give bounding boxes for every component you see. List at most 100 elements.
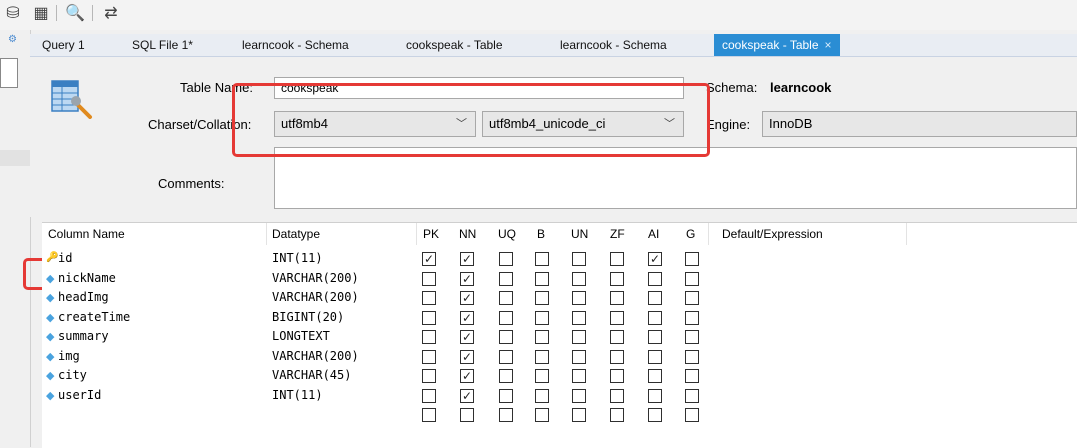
uq-checkbox[interactable] [499,310,513,325]
pk-checkbox[interactable] [422,271,436,286]
g-checkbox[interactable] [685,291,699,305]
tab-cookspeak-table[interactable]: cookspeak - Table [406,34,503,56]
uq-checkbox[interactable] [499,349,513,364]
header-column-name[interactable]: Column Name [48,227,125,241]
table-row[interactable]: 🔑 id INT(11) ✓ ✓ ✓ [42,249,1077,269]
zf-checkbox[interactable] [610,310,624,325]
uq-checkbox[interactable] [499,408,513,422]
datatype-cell[interactable]: VARCHAR(200) [272,290,359,304]
uq-checkbox[interactable] [499,369,513,383]
ai-checkbox[interactable] [648,291,662,305]
un-checkbox[interactable] [572,310,586,325]
un-checkbox[interactable] [572,271,586,286]
datatype-cell[interactable]: VARCHAR(45) [272,368,351,382]
tab-query-1[interactable]: Query 1 [42,34,85,56]
header-g[interactable]: G [686,227,695,241]
nn-checkbox[interactable]: ✓ [460,291,474,305]
g-checkbox[interactable] [685,369,699,383]
column-name-cell[interactable]: userId [58,388,101,402]
table-row[interactable]: ◆ img VARCHAR(200) ✓ [42,347,1077,367]
nn-checkbox[interactable]: ✓ [460,271,474,286]
g-checkbox[interactable] [685,271,699,286]
charset-select[interactable]: utf8mb4 ﹀ [274,111,476,137]
new-table-icon[interactable]: ▦ [30,2,52,24]
datatype-cell[interactable]: INT(11) [272,251,323,265]
b-checkbox[interactable] [535,310,549,325]
uq-checkbox[interactable] [499,330,513,344]
b-checkbox[interactable] [535,271,549,286]
pk-checkbox[interactable] [422,369,436,383]
ai-checkbox[interactable] [648,408,662,422]
panel-input[interactable] [0,58,18,88]
column-name-cell[interactable]: id [58,251,72,265]
nn-checkbox[interactable]: ✓ [460,388,474,403]
column-name-cell[interactable]: headImg [58,290,109,304]
table-row[interactable]: ◆ city VARCHAR(45) ✓ [42,366,1077,386]
zf-checkbox[interactable] [610,388,624,403]
new-schema-icon[interactable]: ⛁ [2,2,24,24]
nn-checkbox[interactable]: ✓ [460,349,474,364]
g-checkbox[interactable] [685,388,699,403]
un-checkbox[interactable] [572,408,586,422]
b-checkbox[interactable] [535,349,549,364]
tab-learncook-schema[interactable]: learncook - Schema [242,34,349,56]
g-checkbox[interactable] [685,408,699,422]
g-checkbox[interactable] [685,252,699,266]
datatype-cell[interactable]: BIGINT(20) [272,310,344,324]
column-name-cell[interactable]: summary [58,329,109,343]
b-checkbox[interactable] [535,369,549,383]
zf-checkbox[interactable] [610,330,624,344]
header-pk[interactable]: PK [423,227,439,241]
un-checkbox[interactable] [572,291,586,305]
table-row[interactable] [42,405,1077,425]
zf-checkbox[interactable] [610,271,624,286]
tab-sql-file-1[interactable]: SQL File 1* [132,34,193,56]
ai-checkbox[interactable] [648,369,662,383]
datatype-cell[interactable]: INT(11) [272,388,323,402]
tab-learncook-schema-2[interactable]: learncook - Schema [560,34,667,56]
reconnect-icon[interactable]: ⇄ [100,2,122,24]
uq-checkbox[interactable] [499,291,513,305]
column-name-cell[interactable]: city [58,368,87,382]
tab-cookspeak-table-active[interactable]: cookspeak - Table × [714,34,840,56]
b-checkbox[interactable] [535,408,549,422]
un-checkbox[interactable] [572,369,586,383]
header-b[interactable]: B [537,227,545,241]
zf-checkbox[interactable] [610,349,624,364]
nn-checkbox[interactable]: ✓ [460,252,474,266]
zf-checkbox[interactable] [610,408,624,422]
pk-checkbox[interactable] [422,330,436,344]
g-checkbox[interactable] [685,330,699,344]
table-row[interactable]: ◆ nickName VARCHAR(200) ✓ [42,269,1077,289]
un-checkbox[interactable] [572,349,586,364]
nn-checkbox[interactable]: ✓ [460,369,474,383]
engine-select[interactable]: InnoDB [762,111,1077,137]
table-row[interactable]: ◆ headImg VARCHAR(200) ✓ [42,288,1077,308]
zf-checkbox[interactable] [610,369,624,383]
column-name-cell[interactable]: img [58,349,80,363]
table-row[interactable]: ◆ summary LONGTEXT ✓ [42,327,1077,347]
nn-checkbox[interactable] [460,408,474,422]
header-datatype[interactable]: Datatype [272,227,320,241]
ai-checkbox[interactable] [648,271,662,286]
uq-checkbox[interactable] [499,271,513,286]
b-checkbox[interactable] [535,330,549,344]
g-checkbox[interactable] [685,310,699,325]
pk-checkbox[interactable] [422,408,436,422]
header-uq[interactable]: UQ [498,227,516,241]
pk-checkbox[interactable] [422,388,436,403]
column-name-cell[interactable]: createTime [58,310,130,324]
b-checkbox[interactable] [535,252,549,266]
g-checkbox[interactable] [685,349,699,364]
header-zf[interactable]: ZF [610,227,625,241]
table-row[interactable]: ◆ userId INT(11) ✓ [42,386,1077,406]
ai-checkbox[interactable] [648,388,662,403]
datatype-cell[interactable]: VARCHAR(200) [272,271,359,285]
datatype-cell[interactable]: LONGTEXT [272,329,330,343]
ai-checkbox[interactable] [648,330,662,344]
column-name-cell[interactable]: nickName [58,271,116,285]
un-checkbox[interactable] [572,388,586,403]
ai-checkbox[interactable] [648,349,662,364]
table-name-input[interactable]: cookspeak [274,77,684,99]
pk-checkbox[interactable] [422,349,436,364]
